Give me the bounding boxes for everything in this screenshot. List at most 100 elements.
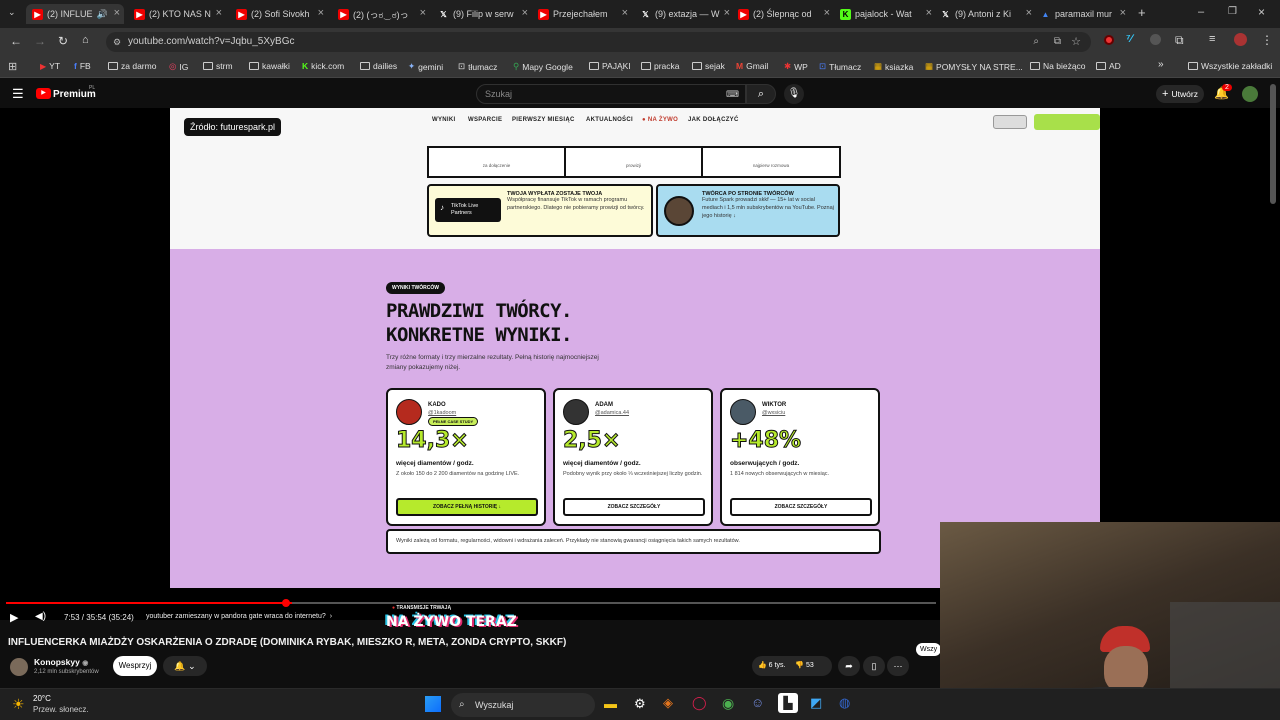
install-icon[interactable]: ⧉ xyxy=(1054,32,1061,52)
more-bookmarks-icon[interactable]: » xyxy=(1158,59,1164,70)
browser-menu-icon[interactable]: ⋮ xyxy=(1261,33,1273,47)
tab-10[interactable]: 𝕏 (9) Antoni z Ki × xyxy=(938,4,1036,24)
bookmark-kawalki[interactable]: kawałki xyxy=(249,61,290,71)
weather-sun-icon[interactable]: ☀ xyxy=(12,696,25,713)
bookmark-star-icon[interactable]: ☆ xyxy=(1071,32,1081,52)
page-scrollbar[interactable] xyxy=(1270,84,1276,204)
keyboard-icon[interactable]: ⌨ xyxy=(726,85,739,103)
close-tab-icon[interactable]: × xyxy=(216,7,222,19)
extensions-puzzle-icon[interactable]: ⧉ xyxy=(1175,33,1184,48)
opera-icon[interactable]: ◯ xyxy=(692,695,707,711)
seven-tv-extension-icon[interactable]: ⁷∕ xyxy=(1126,33,1132,45)
account-avatar[interactable] xyxy=(1242,86,1258,102)
close-tab-icon[interactable]: × xyxy=(724,7,730,19)
close-tab-icon[interactable]: × xyxy=(1120,7,1126,19)
create-button[interactable]: + Utwórz xyxy=(1156,85,1204,103)
dislike-button[interactable]: 👎 53 xyxy=(795,662,813,669)
close-window-icon[interactable]: × xyxy=(1258,5,1265,19)
bookmark-tlumacz[interactable]: ⊡ tłumacz xyxy=(458,61,497,72)
tab-search-icon[interactable]: ≡ xyxy=(1209,33,1215,45)
weather-temp[interactable]: 20°C xyxy=(33,694,51,703)
youtube-logo-icon[interactable]: ▶ xyxy=(36,88,51,99)
bookmark-pomysly[interactable]: ▦ POMYSŁY NA STRE... xyxy=(925,61,1023,72)
tab-list-chevron-icon[interactable]: ⌄ xyxy=(8,7,16,18)
bookmark-sejak[interactable]: sejak xyxy=(692,61,725,71)
tab-2[interactable]: ▶ (2) KTO NAS N × xyxy=(128,4,226,24)
reload-icon[interactable]: ↻ xyxy=(58,34,68,48)
network-globe-icon[interactable]: ◍ xyxy=(839,695,850,711)
hamburger-menu-icon[interactable]: ☰ xyxy=(12,86,24,102)
forward-icon[interactable]: → xyxy=(34,34,46,48)
bookmark-za-darmo[interactable]: za darmo xyxy=(108,61,156,71)
new-tab-icon[interactable]: + xyxy=(1138,5,1146,20)
volume-icon[interactable]: ◀) xyxy=(35,611,46,622)
close-tab-icon[interactable]: × xyxy=(824,7,830,19)
bookmark-kick[interactable]: Kkick.com xyxy=(302,61,344,71)
tab-6[interactable]: ▶ Przejechałem × xyxy=(534,4,632,24)
bookmark-dailies[interactable]: dailies xyxy=(360,61,397,71)
chapter-title[interactable]: youtuber zamieszany w pandora gate wraca… xyxy=(146,613,332,620)
all-bookmarks[interactable]: Wszystkie zakładki xyxy=(1188,61,1272,71)
voice-search-button[interactable]: 🎙 xyxy=(784,84,804,104)
bookmark-pracka[interactable]: pracka xyxy=(641,61,680,71)
bookmark-ksiazka[interactable]: ▦ ksiazka xyxy=(874,61,913,72)
chrome-icon[interactable]: ◉ xyxy=(722,695,734,712)
tab-3[interactable]: ▶ (2) Sofi Sivokh × xyxy=(230,4,328,24)
side-chip[interactable]: Wszy xyxy=(916,643,942,656)
share-button[interactable]: ➦ xyxy=(838,656,860,676)
bookmark-pajaki[interactable]: PAJĄKI xyxy=(589,61,631,71)
bookmark-strm[interactable]: strm xyxy=(203,61,233,71)
windows-start-icon[interactable] xyxy=(425,696,441,712)
like-button[interactable]: 👍 6 tys. xyxy=(758,662,785,669)
file-explorer-icon[interactable]: ▬ xyxy=(604,696,617,711)
bookmark-gmail[interactable]: M Gmail xyxy=(736,61,768,71)
channel-name[interactable]: Konopskyy ◉ xyxy=(34,657,88,667)
record-extension-icon[interactable] xyxy=(1104,35,1114,45)
taskbar-search[interactable]: ⌕ Wyszukaj xyxy=(451,693,595,717)
bookmark-yt[interactable]: ▶ YT xyxy=(40,61,60,71)
minimize-icon[interactable]: – xyxy=(1198,6,1204,18)
apps-grid-icon[interactable]: ⊞ xyxy=(8,60,17,73)
profile-avatar[interactable] xyxy=(1234,33,1247,46)
close-tab-icon[interactable]: × xyxy=(522,7,528,19)
bookmark-mapy[interactable]: ⚲ Mapy Google xyxy=(513,61,573,72)
site-info-icon[interactable]: ⚙ xyxy=(113,32,121,52)
bookmark-fb[interactable]: f FB xyxy=(74,61,91,71)
photos-icon[interactable]: ◩ xyxy=(810,695,822,711)
tab-9[interactable]: Kpajalock - Wat × xyxy=(838,4,936,24)
close-tab-icon[interactable]: × xyxy=(622,7,628,19)
bookmark-wp[interactable]: ✱ WP xyxy=(784,61,808,72)
tab-7[interactable]: 𝕏 (9) extazja — W × xyxy=(636,4,734,24)
tab-8[interactable]: ▶ (2) Ślepnąc od × xyxy=(736,4,834,24)
more-actions-button[interactable]: ⋯ xyxy=(887,656,909,676)
channel-avatar[interactable] xyxy=(10,658,28,676)
close-tab-icon[interactable]: × xyxy=(420,7,426,19)
close-tab-icon[interactable]: × xyxy=(114,7,120,19)
save-button[interactable]: ▯ xyxy=(863,656,885,676)
bookmark-gemini[interactable]: ✦ gemini xyxy=(408,61,443,72)
bookmark-tlumacz-2[interactable]: ⊡ Tłumacz xyxy=(819,61,861,72)
bookmark-na-biezaco[interactable]: Na bieżąco xyxy=(1030,61,1086,71)
close-tab-icon[interactable]: × xyxy=(1026,7,1032,19)
bookmark-ig[interactable]: ◎ IG xyxy=(169,61,188,72)
discord-icon[interactable]: ☺ xyxy=(751,695,764,710)
bookmark-ad[interactable]: AD xyxy=(1096,61,1121,71)
search-input[interactable]: Szukaj ⌨ xyxy=(476,84,746,104)
tab-4[interactable]: ▶ (2) (っಠ‿ಠ)っ × xyxy=(332,4,430,24)
restore-icon[interactable]: ❐ xyxy=(1228,6,1237,17)
tab-5[interactable]: 𝕏 (9) Filip w serw × xyxy=(434,4,532,24)
url-field[interactable]: ⚙ youtube.com/watch?v=Jqbu_5XyBGc ⌕ ⧉ ☆ xyxy=(106,32,1091,52)
subscribed-bell-button[interactable]: 🔔 ⌄ xyxy=(163,656,207,676)
home-icon[interactable]: ⌂ xyxy=(82,34,89,46)
play-icon[interactable]: ▶ xyxy=(10,611,18,624)
close-tab-icon[interactable]: × xyxy=(318,7,324,19)
back-icon[interactable]: ← xyxy=(10,34,22,48)
extension-icon[interactable] xyxy=(1150,34,1161,45)
close-tab-icon[interactable]: × xyxy=(926,7,932,19)
tab-1[interactable]: ▶ (2) INFLUE 🔊 × xyxy=(26,4,124,24)
speaker-icon[interactable]: 🔊 xyxy=(97,9,108,20)
progress-scrubber[interactable] xyxy=(282,599,290,607)
brave-browser-icon[interactable]: ◈ xyxy=(663,695,673,711)
search-button[interactable]: ⌕ xyxy=(746,84,776,104)
obs-app-icon[interactable]: ▙ xyxy=(778,693,798,713)
